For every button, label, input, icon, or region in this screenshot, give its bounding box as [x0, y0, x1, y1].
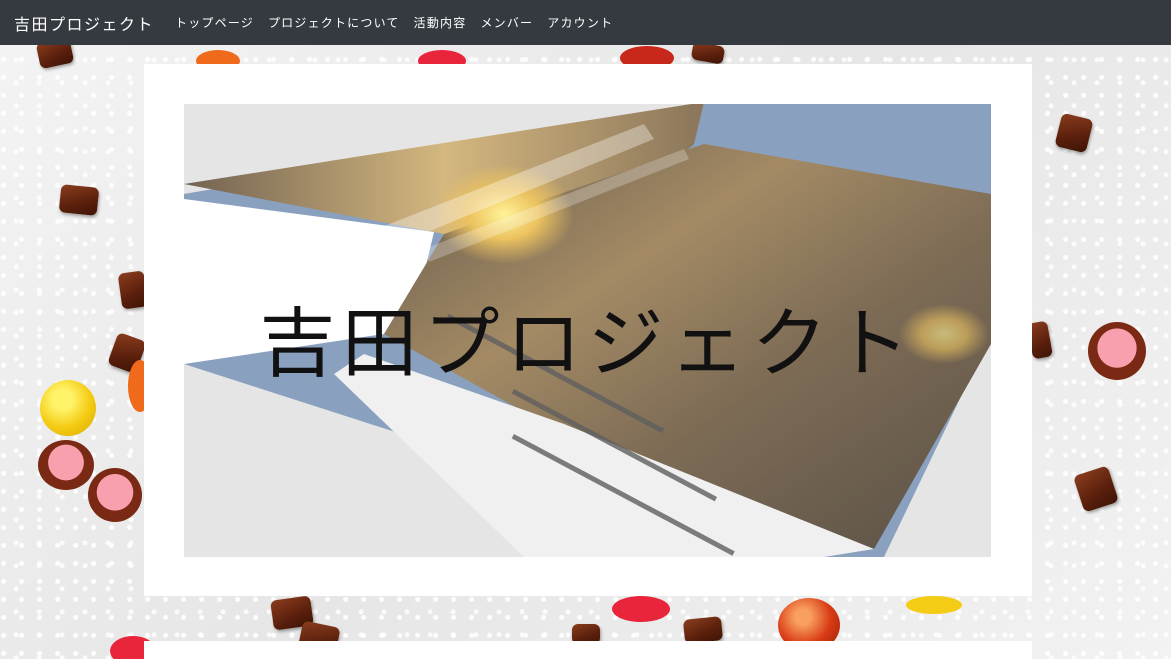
hero-card: 吉田プロジェクト [144, 64, 1032, 596]
hero-title: 吉田プロジェクト [259, 299, 916, 388]
nav-link-account[interactable]: アカウント [547, 14, 613, 31]
candy-icon [682, 616, 724, 644]
navbar-brand[interactable]: 吉田プロジェクト [14, 11, 154, 35]
nav-link-members[interactable]: メンバー [480, 14, 533, 31]
candy-icon [88, 468, 142, 522]
candy-icon [612, 596, 670, 622]
candy-icon [1073, 465, 1119, 513]
open-book-image: 吉田プロジェクト [184, 104, 991, 557]
candy-icon [58, 184, 100, 216]
top-navbar: 吉田プロジェクト トップページ プロジェクトについて 活動内容 メンバー アカウ… [0, 0, 1171, 45]
nav-links: トップページ プロジェクトについて 活動内容 メンバー アカウント [175, 14, 627, 31]
candy-icon [40, 380, 96, 436]
nav-link-about[interactable]: プロジェクトについて [268, 14, 400, 31]
candy-icon [1088, 322, 1146, 380]
candy-icon [1054, 112, 1094, 154]
candy-icon [906, 596, 962, 614]
nav-link-activities[interactable]: 活動内容 [414, 14, 467, 31]
nav-link-top-page[interactable]: トップページ [175, 14, 254, 31]
content-card-peek [144, 641, 1032, 659]
candy-icon [38, 440, 94, 490]
